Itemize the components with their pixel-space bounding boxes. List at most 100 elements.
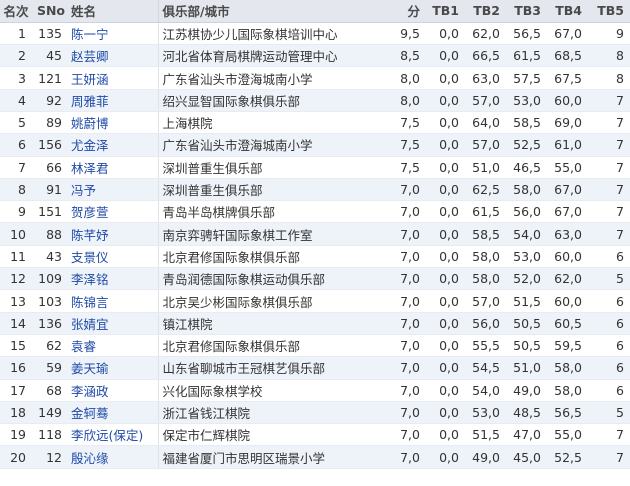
table-row[interactable]: 18 149 金轲蓦 浙江省钱江棋院 7,0 0,0 53,0 48,5 56,5 5 [0,401,630,425]
table-row[interactable]: 4 92 周雅菲 绍兴显智国际象棋俱乐部 8,0 0,0 57,0 53,0 60,0 7 [0,89,630,112]
player-name-link[interactable]: 李涵政 [68,379,158,402]
table-row[interactable]: 1 135 陈一宁 江苏棋协少儿国际象棋培训中心 9,5 0,0 62,0 56,5 67,0 9 [0,22,630,46]
header-tb4[interactable]: TB4 [547,0,588,23]
table-row[interactable]: 14 136 张婧宜 镇江棋院 7,0 0,0 56,0 50,5 60,5 6 [0,312,630,335]
cell-tb1: 0,0 [426,156,465,179]
player-name-link[interactable]: 陈锦言 [68,289,158,313]
table-row[interactable]: 20 12 殷沁缘 福建省厦门市思明区瑞景小学 7,0 0,0 49,0 45,0 52,5 7 [0,445,630,469]
cell-tb3: 53,0 [506,245,547,269]
player-name-link[interactable]: 陈芊妤 [68,222,158,246]
header-tb2[interactable]: TB2 [465,0,506,23]
cell-sno: 62 [32,334,68,358]
cell-tb5: 6 [588,312,630,335]
table-row[interactable]: 6 156 尤金泽 广东省汕头市澄海城南小学 7,5 0,0 57,0 52,5 61,0 7 [0,133,630,157]
player-name-link[interactable]: 赵芸卿 [68,44,158,68]
table-row[interactable]: 2 45 赵芸卿 河北省体育局棋牌运动管理中心 8,5 0,0 66,5 61,5 68,5 8 [0,44,630,68]
table-row[interactable]: 3 121 王妍涵 广东省汕头市澄海城南小学 8,0 0,0 63,0 57,5 67,5 8 [0,66,630,90]
cell-tb4: 58,0 [547,379,588,402]
cell-points: 9,5 [396,22,426,46]
cell-points: 7,0 [396,379,426,402]
header-rank[interactable]: 名次 [0,0,32,23]
header-tb1[interactable]: TB1 [426,0,465,23]
cell-tb4: 60,0 [547,89,588,112]
cell-tb2: 57,0 [465,133,506,157]
cell-tb3: 56,5 [506,22,547,46]
cell-rank: 6 [0,133,32,157]
cell-points: 7,0 [396,401,426,425]
cell-tb1: 0,0 [426,178,465,202]
cell-tb3: 52,5 [506,133,547,157]
cell-tb3: 46,5 [506,156,547,179]
cell-tb2: 62,5 [465,178,506,202]
cell-points: 7,0 [396,178,426,202]
table-row[interactable]: 13 103 陈锦言 北京吴少彬国际象棋俱乐部 7,0 0,0 57,0 51,5 60,0 6 [0,289,630,313]
player-name-link[interactable]: 周雅菲 [68,89,158,112]
table-row[interactable]: 19 118 李欣远(保定) 保定市仁辉棋院 7,0 0,0 51,5 47,0 55,0 7 [0,423,630,447]
table-row[interactable]: 8 91 冯予 深圳普重生俱乐部 7,0 0,0 62,5 58,0 67,0 7 [0,178,630,202]
table-row[interactable]: 12 109 李泽铭 青岛润德国际象棋运动俱乐部 7,0 0,0 58,0 52,0 62,0 5 [0,267,630,291]
table-row[interactable]: 9 151 贺彦萱 青岛半岛棋牌俱乐部 7,0 0,0 61,5 56,0 67,0 7 [0,200,630,224]
cell-tb5: 8 [588,66,630,90]
cell-tb4: 68,5 [547,44,588,68]
player-name-link[interactable]: 支景仪 [68,245,158,269]
header-club[interactable]: 俱乐部/城市 [157,0,396,23]
player-name-link[interactable]: 李泽铭 [68,267,158,291]
cell-tb4: 67,0 [547,178,588,202]
cell-points: 7,0 [396,245,426,269]
cell-sno: 68 [32,379,68,402]
table-row[interactable]: 5 89 姚蔚博 上海棋院 7,5 0,0 64,0 58,5 69,0 7 [0,111,630,135]
player-name-link[interactable]: 林泽君 [68,156,158,179]
header-sno[interactable]: SNo [32,0,68,23]
player-name-link[interactable]: 贺彦萱 [68,200,158,224]
player-name-link[interactable]: 陈一宁 [68,22,158,46]
cell-club: 广东省汕头市澄海城南小学 [157,66,396,90]
cell-tb4: 58,0 [547,356,588,380]
table-row[interactable]: 7 66 林泽君 深圳普重生俱乐部 7,5 0,0 51,0 46,5 55,0 7 [0,156,630,179]
cell-tb2: 58,0 [465,245,506,269]
cell-rank: 5 [0,111,32,135]
player-name-link[interactable]: 张婧宜 [68,312,158,335]
cell-tb5: 7 [588,89,630,112]
cell-club: 广东省汕头市澄海城南小学 [157,133,396,157]
header-points[interactable]: 分 [396,0,426,23]
table-row[interactable]: 15 62 袁睿 北京君修国际象棋俱乐部 7,0 0,0 55,5 50,5 59,5 6 [0,334,630,358]
player-name-link[interactable]: 姜天瑜 [68,356,158,380]
player-name-link[interactable]: 袁睿 [68,334,158,358]
cell-rank: 14 [0,312,32,335]
table-row[interactable]: 16 59 姜天瑜 山东省聊城市王冠棋艺俱乐部 7,0 0,0 54,5 51,0 58,0 6 [0,356,630,380]
player-name-link[interactable]: 冯予 [68,178,158,202]
cell-tb2: 49,0 [465,445,506,469]
player-name-link[interactable]: 李欣远(保定) [68,423,158,447]
cell-tb2: 56,0 [465,312,506,335]
cell-rank: 13 [0,289,32,313]
cell-rank: 4 [0,89,32,112]
cell-club: 南京弈骋轩国际象棋工作室 [157,222,396,246]
player-name-link[interactable]: 金轲蓦 [68,401,158,425]
cell-tb2: 64,0 [465,111,506,135]
cell-tb3: 61,5 [506,44,547,68]
header-tb5[interactable]: TB5 [588,0,630,23]
cell-rank: 16 [0,356,32,380]
cell-tb3: 50,5 [506,312,547,335]
cell-points: 7,0 [396,312,426,335]
player-name-link[interactable]: 姚蔚博 [68,111,158,135]
table-row[interactable]: 11 43 支景仪 北京君修国际象棋俱乐部 7,0 0,0 58,0 53,0 60,0 6 [0,245,630,269]
cell-tb1: 0,0 [426,379,465,402]
table-row[interactable]: 10 88 陈芊妤 南京弈骋轩国际象棋工作室 7,0 0,0 58,5 54,0 63,0 7 [0,222,630,246]
player-name-link[interactable]: 王妍涵 [68,66,158,90]
player-name-link[interactable]: 殷沁缘 [68,445,158,469]
cell-tb2: 58,0 [465,267,506,291]
cell-tb5: 6 [588,379,630,402]
header-name[interactable]: 姓名 [68,0,158,23]
cell-sno: 92 [32,89,68,112]
cell-sno: 118 [32,423,68,447]
cell-rank: 15 [0,334,32,358]
table-row[interactable]: 17 68 李涵政 兴化国际象棋学校 7,0 0,0 54,0 49,0 58,0 6 [0,379,630,402]
header-tb3[interactable]: TB3 [506,0,547,23]
player-name-link[interactable]: 尤金泽 [68,133,158,157]
cell-tb2: 57,0 [465,89,506,112]
cell-rank: 17 [0,379,32,402]
cell-tb5: 5 [588,401,630,425]
cell-tb4: 61,0 [547,133,588,157]
cell-tb4: 60,5 [547,312,588,335]
